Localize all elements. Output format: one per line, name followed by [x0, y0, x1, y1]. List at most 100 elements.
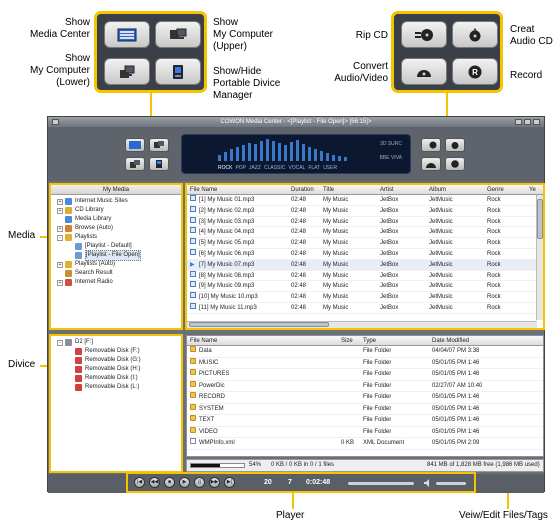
callout-show-my-computer-upper: Show My Computer (Upper) — [213, 17, 274, 52]
record-button[interactable]: R — [452, 58, 498, 85]
mini-show-portable-device-button[interactable] — [149, 157, 169, 171]
record-icon — [451, 160, 459, 168]
file-row[interactable]: PowerDic File Folder 02/27/07 AM 10:40 — [187, 380, 543, 392]
show-hide-portable-device-button[interactable] — [155, 58, 201, 85]
rip-cd-icon — [429, 141, 437, 149]
view-toggle-callout-box — [94, 11, 207, 93]
highlight-media — [49, 183, 183, 330]
rip-cd-button[interactable] — [401, 21, 447, 48]
mini-record-button[interactable] — [445, 157, 465, 171]
transfer-percent: 54% — [249, 462, 262, 468]
eq-band-bar — [260, 141, 263, 161]
file-row[interactable]: RECORD File Folder 05/01/05 PM 1:46 — [187, 392, 543, 404]
window-menu-icon[interactable] — [52, 119, 59, 125]
mini-show-my-computer-upper-button[interactable] — [149, 138, 169, 152]
callout-view-edit-files: Veiw/Edit Files/Tags — [459, 510, 548, 521]
cell-date: 05/01/05 PM 1:46 — [432, 405, 480, 412]
folder-icon — [190, 403, 196, 410]
3d-surround-control[interactable]: 3D SURC — [380, 141, 402, 147]
callout-media: Media — [8, 230, 36, 241]
file-browser-header-row: File Name Size Type Date Modified — [187, 336, 543, 346]
xml-file-icon — [190, 438, 196, 444]
callout-record: Record — [510, 70, 543, 81]
eq-preset-rock[interactable]: ROCK — [218, 165, 232, 171]
eq-preset-pop[interactable]: POP — [235, 165, 246, 171]
eq-preset-user[interactable]: USER — [323, 165, 337, 171]
eq-band-bar — [266, 139, 269, 161]
file-row[interactable]: VIDEO File Folder 05/01/05 PM 1:46 — [187, 426, 543, 438]
cell-type: File Folder — [363, 359, 392, 366]
cell-type: File Folder — [363, 348, 392, 354]
cell-name: SYSTEM — [199, 405, 224, 412]
eq-band-bar — [218, 155, 221, 161]
callout-player: Player — [276, 510, 305, 521]
convert-icon — [417, 69, 431, 77]
media-center-icon — [117, 28, 137, 41]
cell-type: XML Document — [363, 440, 405, 446]
cell-date: 05/01/05 PM 1:46 — [432, 371, 480, 377]
column-header[interactable]: Date Modified — [432, 336, 469, 346]
rip-cd-icon — [415, 28, 433, 41]
column-header[interactable]: Type — [363, 336, 376, 346]
file-row[interactable]: WMPInfo.xml 0 KB XML Document 05/01/05 PM 2… — [187, 438, 543, 450]
close-button[interactable] — [533, 119, 540, 125]
create-audio-cd-button[interactable] — [452, 21, 498, 48]
eq-preset-list: ROCK POP JAZZ CLASSIC VOCAL FLAT USER — [218, 165, 340, 171]
column-header[interactable]: Size — [341, 336, 353, 346]
file-row[interactable]: PICTURES File Folder 05/01/05 PM 1:46 — [187, 369, 543, 381]
folder-icon — [190, 415, 196, 421]
eq-band-bar — [248, 143, 251, 161]
convert-audio-video-button[interactable] — [401, 58, 447, 85]
eq-band-bar — [308, 147, 311, 161]
file-row[interactable]: Data File Folder 04/04/07 PM 3:38 — [187, 346, 543, 358]
cell-type: File Folder — [363, 405, 392, 412]
show-my-computer-upper-button[interactable] — [155, 21, 201, 48]
transfer-progress-track — [190, 463, 245, 468]
file-row[interactable]: TEXT File Folder 05/01/05 PM 1:46 — [187, 415, 543, 427]
svg-text:R: R — [472, 68, 478, 77]
bbe-viva-control[interactable]: BBE VIVA — [380, 155, 402, 161]
cell-name: PICTURES — [199, 371, 230, 377]
callout-show-hide-portable: Show/Hide Portable Divice Manager — [213, 66, 281, 101]
mini-show-media-center-button[interactable] — [125, 138, 145, 152]
cell-date: 05/01/05 PM 1:46 — [432, 428, 480, 435]
cell-date: 05/01/05 PM 1:46 — [432, 417, 480, 423]
burn-cd-icon — [451, 142, 459, 149]
file-row[interactable]: SYSTEM File Folder 05/01/05 PM 1:46 — [187, 403, 543, 415]
eq-band-bar — [332, 155, 335, 161]
cell-date: 05/01/05 PM 1:46 — [432, 359, 480, 366]
eq-preset-classic[interactable]: CLASSIC — [264, 165, 285, 171]
folder-icon — [190, 426, 196, 433]
show-my-computer-lower-button[interactable] — [104, 58, 150, 85]
mini-create-audio-cd-button[interactable] — [445, 138, 465, 152]
cell-name: PowerDic — [199, 382, 225, 389]
eq-band-bar — [278, 143, 281, 161]
column-header[interactable]: File Name — [190, 336, 217, 346]
cell-name: RECORD — [199, 394, 226, 400]
computer-upper-icon — [170, 28, 187, 39]
eq-preset-vocal[interactable]: VOCAL — [288, 165, 305, 171]
eq-band-bar — [290, 142, 293, 161]
mini-show-my-computer-lower-button[interactable] — [125, 157, 145, 171]
show-media-center-button[interactable] — [104, 21, 150, 48]
eq-band-bar — [284, 145, 287, 161]
eq-band-bar — [236, 147, 239, 161]
eq-preset-flat[interactable]: FLAT — [308, 165, 320, 171]
maximize-button[interactable] — [524, 119, 531, 125]
folder-icon — [190, 357, 196, 364]
cell-type: File Folder — [363, 371, 392, 377]
eq-preset-jazz[interactable]: JAZZ — [249, 165, 261, 171]
eq-band-bar — [314, 149, 317, 161]
top-control-bar: ROCK POP JAZZ CLASSIC VOCAL FLAT USER 3D SURC … — [48, 127, 544, 181]
file-rows: Data File Folder 04/04/07 PM 3:38 MUSIC File… — [187, 346, 543, 450]
file-browser-panel: File Name Size Type Date Modified Data File … — [186, 335, 544, 457]
mini-convert-button[interactable] — [421, 157, 441, 171]
minimize-button[interactable] — [515, 119, 522, 125]
eq-band-bar — [326, 153, 329, 161]
cell-type: File Folder — [363, 428, 392, 435]
file-row[interactable]: MUSIC File Folder 05/01/05 PM 1:46 — [187, 357, 543, 369]
portable-device-icon — [156, 160, 162, 168]
mini-rip-cd-button[interactable] — [421, 138, 441, 152]
folder-icon — [190, 380, 196, 387]
cd-tools-callout-box: R — [391, 11, 503, 93]
